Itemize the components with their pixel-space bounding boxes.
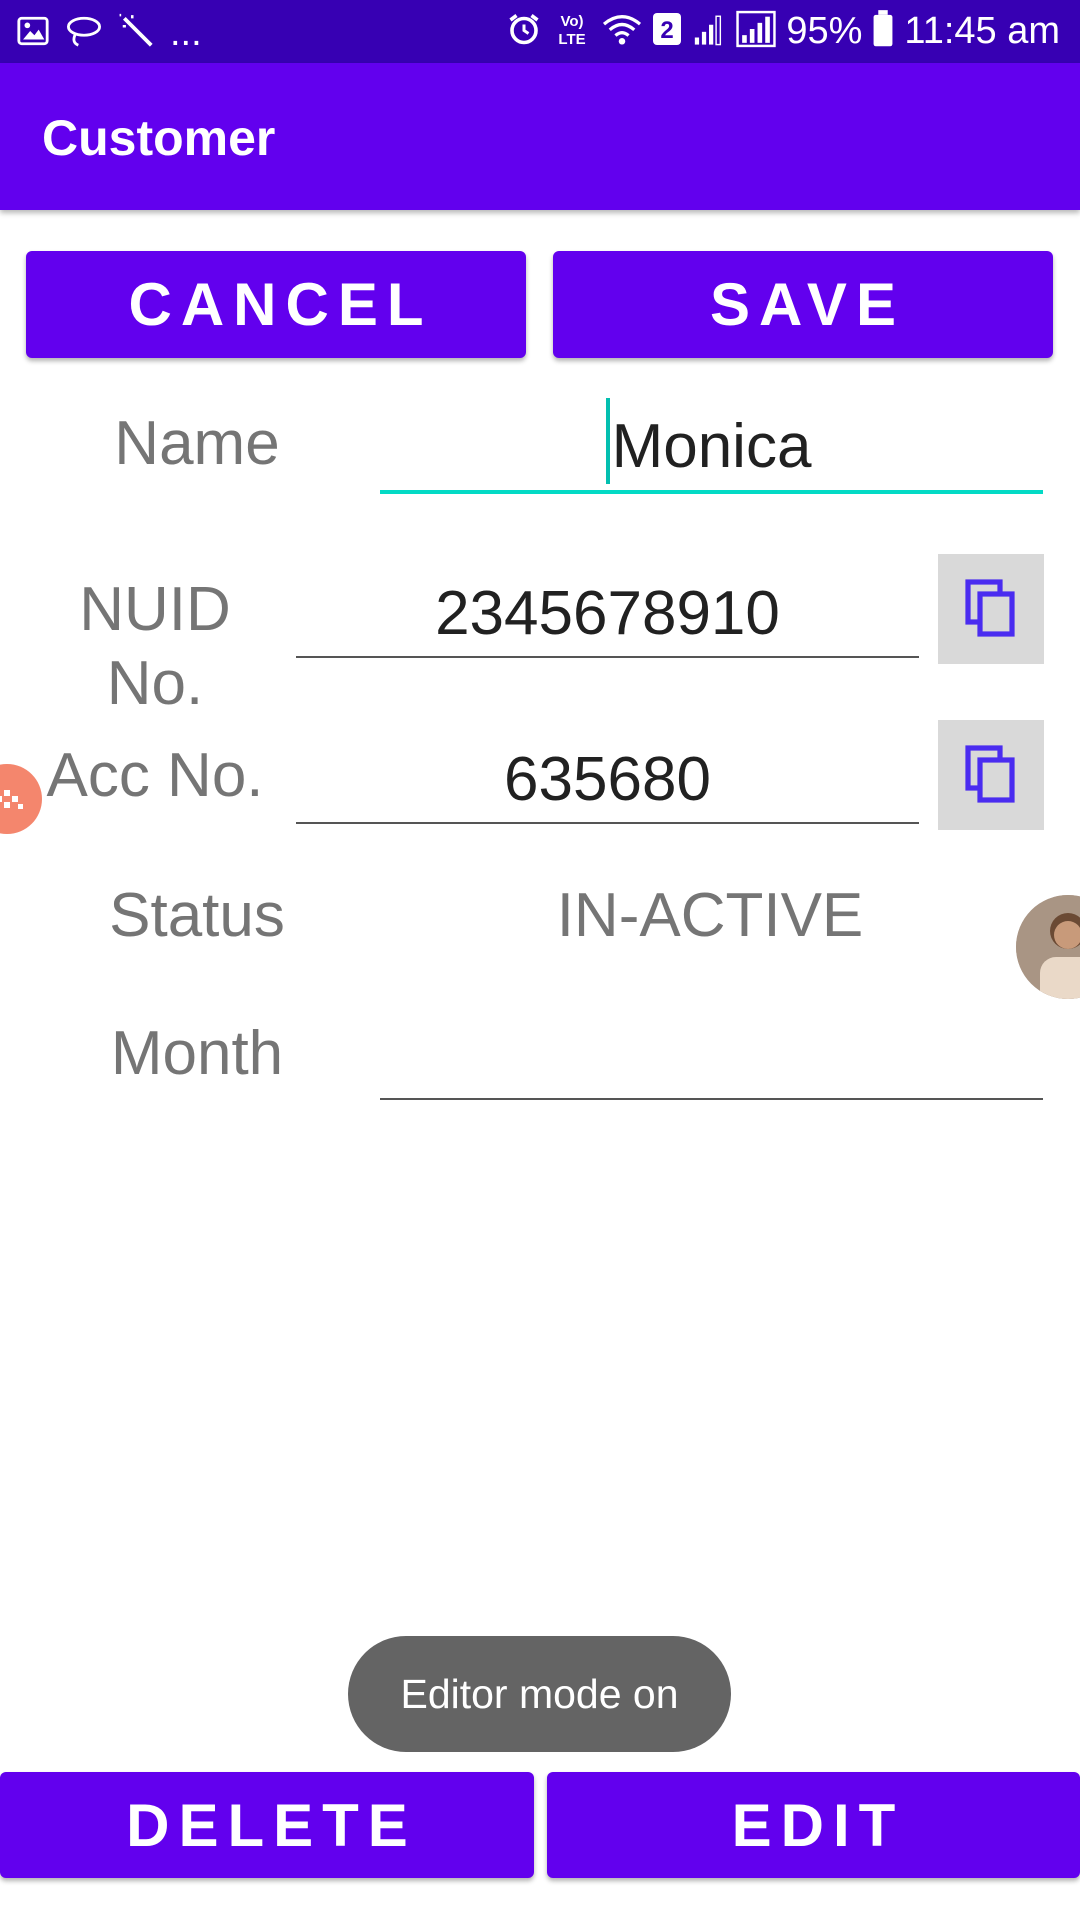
svg-text:2: 2 <box>661 17 674 44</box>
clock: 11:45 am <box>904 10 1060 52</box>
signal-icon <box>692 12 726 51</box>
more-notifications: ... <box>170 12 202 54</box>
svg-text:LTE: LTE <box>559 31 586 48</box>
copy-nuid-button[interactable] <box>938 554 1044 664</box>
volte-text: Vo) <box>561 13 584 30</box>
cancel-button[interactable]: CANCEL <box>26 251 526 358</box>
month-input[interactable] <box>380 1012 1043 1100</box>
battery-percent: 95% <box>786 10 863 52</box>
copy-icon <box>965 744 1017 806</box>
battery-icon <box>872 9 894 53</box>
lasso-icon <box>64 14 104 53</box>
status-value: IN-ACTIVE <box>556 881 864 950</box>
magic-wand-icon <box>118 12 156 55</box>
page-title: Customer <box>42 110 276 166</box>
gamepad-icon <box>0 790 23 809</box>
nuid-input[interactable] <box>296 570 919 658</box>
sim2-badge-icon: 2 <box>652 12 682 51</box>
wifi-icon <box>602 11 642 52</box>
signal-icon <box>736 10 777 53</box>
copy-icon <box>965 578 1017 640</box>
status-bar-right: Vo) LTE 2 95% 11:45 am <box>506 8 1060 54</box>
alarm-icon <box>506 11 542 52</box>
status-label: Status <box>109 881 285 950</box>
toast-message: Editor mode on <box>348 1636 731 1752</box>
copy-acc-button[interactable] <box>938 720 1044 830</box>
app-bar: Customer <box>0 63 1080 210</box>
delete-button[interactable]: DELETE <box>0 1772 534 1878</box>
text-cursor <box>606 398 610 484</box>
edit-button[interactable]: EDIT <box>547 1772 1080 1878</box>
status-bar-left: ... <box>16 10 202 56</box>
floating-game-bubble[interactable] <box>0 764 42 834</box>
avatar <box>1016 895 1080 999</box>
month-label: Month <box>110 1019 284 1088</box>
name-label: Name <box>114 409 280 478</box>
floating-avatar-bubble[interactable] <box>1016 895 1080 999</box>
acc-label: Acc No. <box>46 741 264 810</box>
name-input[interactable] <box>380 402 1043 494</box>
status-bar: ... Vo) LTE 2 95% 11:45 am <box>0 0 1080 63</box>
image-icon <box>16 14 50 53</box>
acc-input[interactable] <box>296 736 919 824</box>
volte-icon: Vo) LTE <box>552 10 592 53</box>
save-button[interactable]: SAVE <box>553 251 1053 358</box>
nuid-label: NUID No. <box>79 575 231 718</box>
